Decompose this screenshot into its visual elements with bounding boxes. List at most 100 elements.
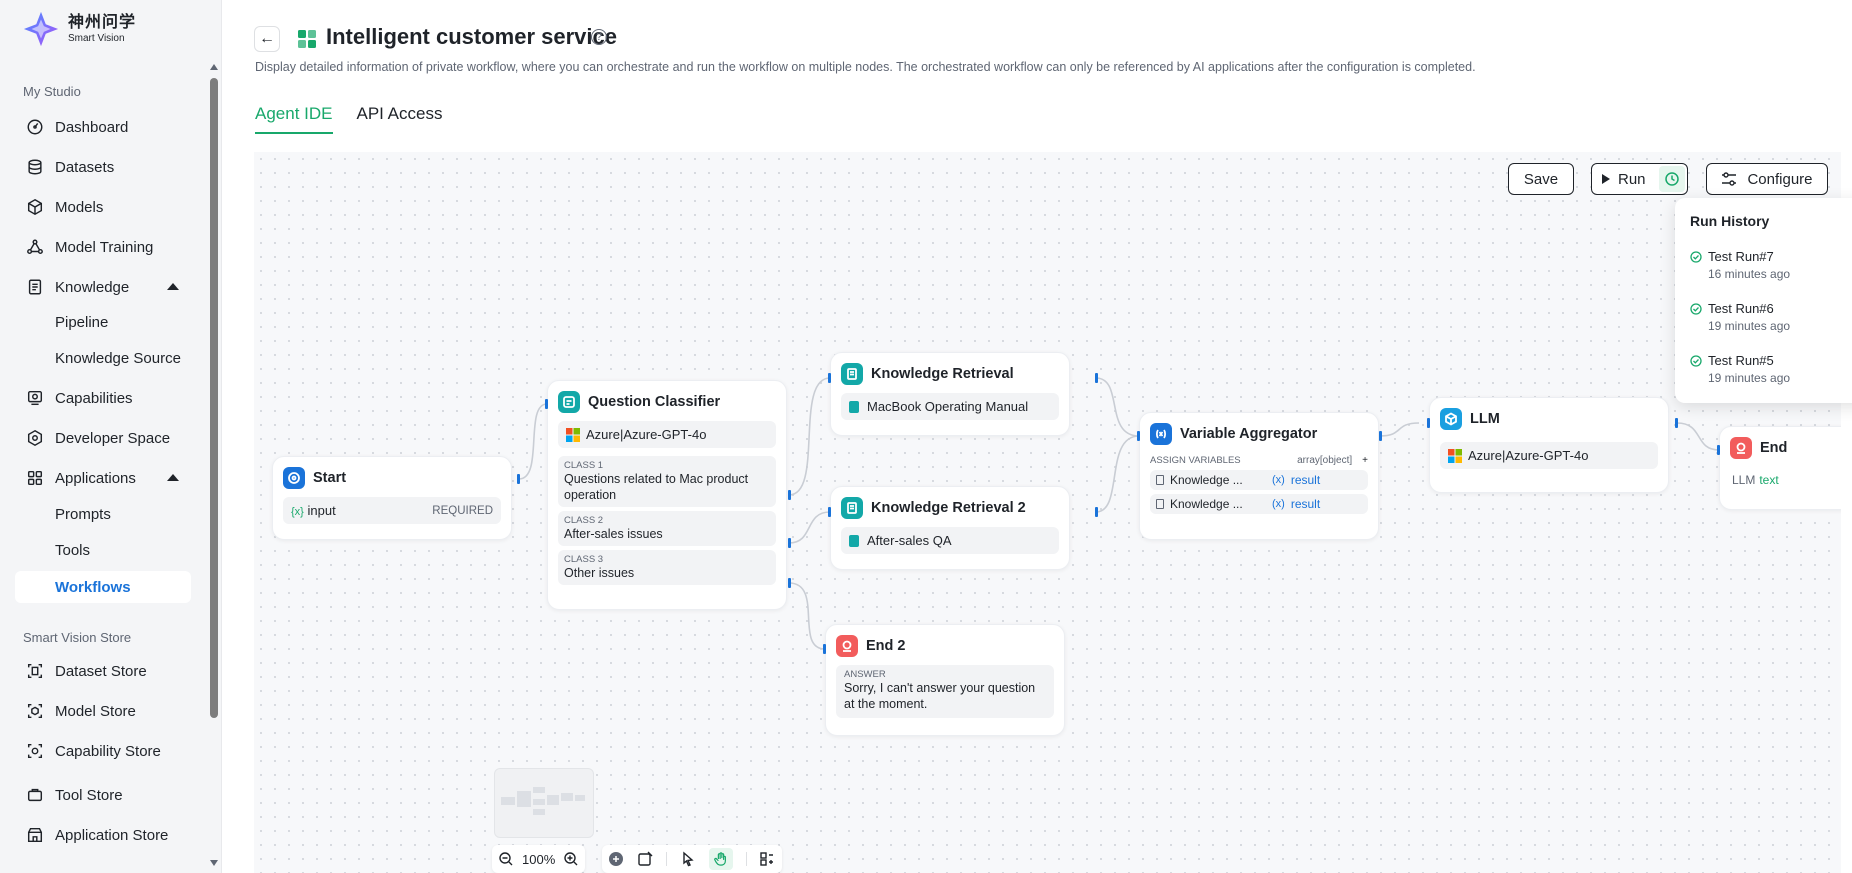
classifier-model: Azure|Azure-GPT-4o xyxy=(586,427,707,442)
end2-in-handle[interactable] xyxy=(823,644,826,654)
scroll-down-icon[interactable] xyxy=(210,860,218,866)
aggregator-row[interactable]: Knowledge ... (x) result xyxy=(1150,470,1368,490)
node-llm[interactable]: LLM Azure|Azure-GPT-4o xyxy=(1429,397,1669,493)
run-label: Run xyxy=(1618,170,1646,188)
canvas-tools xyxy=(602,845,782,873)
grid-icon xyxy=(25,468,45,488)
run-time: 19 minutes ago xyxy=(1708,319,1791,333)
add-variable-button[interactable]: + xyxy=(1362,455,1368,466)
aggregator-out-handle[interactable] xyxy=(1379,431,1382,441)
pointer-icon[interactable] xyxy=(680,851,696,867)
tab-api-access[interactable]: API Access xyxy=(357,104,443,134)
sidebar-item-models[interactable]: Models xyxy=(15,191,191,223)
sidebar-item-application-store[interactable]: Application Store xyxy=(15,819,191,851)
azure-logo-icon xyxy=(566,427,580,442)
start-out-handle[interactable] xyxy=(517,474,520,484)
aggregator-row[interactable]: Knowledge ... (x) result xyxy=(1150,494,1368,514)
brand-logo[interactable]: 神州问学 Smart Vision xyxy=(22,10,136,48)
edge-kr1-aggregator xyxy=(1095,377,1140,437)
scroll-up-icon[interactable] xyxy=(210,64,218,70)
sidebar-item-applications[interactable]: Applications xyxy=(15,462,191,494)
node-start[interactable]: Start {x} input REQUIRED xyxy=(272,456,512,540)
divider xyxy=(666,852,668,866)
sidebar-item-knowledge-source[interactable]: Knowledge Source xyxy=(15,342,191,374)
sidebar-item-label: Applications xyxy=(55,469,136,487)
tool-store-icon xyxy=(25,785,45,805)
node-knowledge-retrieval-2[interactable]: Knowledge Retrieval 2 After-sales QA xyxy=(830,486,1070,570)
model-store-icon xyxy=(25,701,45,721)
classifier-in-handle[interactable] xyxy=(545,399,548,409)
sidebar-item-model-store[interactable]: Model Store xyxy=(15,695,191,727)
sidebar-item-prompts[interactable]: Prompts xyxy=(15,498,191,530)
configure-button[interactable]: Configure xyxy=(1706,163,1828,195)
llm-out-handle[interactable] xyxy=(1675,418,1678,428)
sidebar-item-tool-store[interactable]: Tool Store xyxy=(15,779,191,811)
sidebar-item-pipeline[interactable]: Pipeline xyxy=(15,306,191,338)
node-question-classifier[interactable]: Question Classifier Azure|Azure-GPT-4o C… xyxy=(547,380,787,610)
classifier-icon xyxy=(558,391,580,413)
node-end[interactable]: End LLM text xyxy=(1719,426,1841,510)
sidebar-item-dataset-store[interactable]: Dataset Store xyxy=(15,655,191,687)
sidebar-item-tools[interactable]: Tools xyxy=(15,534,191,566)
knowledge-icon xyxy=(841,363,863,385)
sidebar-item-label: Model Training xyxy=(55,238,154,256)
sidebar-item-workflows[interactable]: Workflows xyxy=(15,571,191,603)
hand-tool[interactable] xyxy=(708,848,733,870)
knowledge-icon xyxy=(1156,499,1164,509)
sidebar-item-label: Datasets xyxy=(55,158,115,176)
zoom-in-icon[interactable] xyxy=(563,851,579,867)
section-my-studio: My Studio xyxy=(23,84,81,99)
aggregator-in-handle[interactable] xyxy=(1137,431,1140,441)
auto-layout-icon[interactable] xyxy=(759,851,775,867)
sidebar-item-capability-store[interactable]: Capability Store xyxy=(15,735,191,767)
class-1[interactable]: CLASS 1 Questions related to Mac product… xyxy=(558,456,776,507)
sidebar-item-label: Capabilities xyxy=(55,389,133,407)
class1-out-handle[interactable] xyxy=(788,490,791,500)
run-history-icon[interactable] xyxy=(1659,166,1685,192)
run-button[interactable]: Run xyxy=(1591,163,1688,195)
knowledge-icon xyxy=(841,497,863,519)
node-end-2[interactable]: End 2 ANSWER Sorry, I can't answer your … xyxy=(825,624,1065,736)
llm-in-handle[interactable] xyxy=(1427,418,1430,428)
class3-out-handle[interactable] xyxy=(788,578,791,588)
tab-agent-ide[interactable]: Agent IDE xyxy=(255,104,333,134)
class-3[interactable]: CLASS 3 Other issues xyxy=(558,550,776,585)
sidebar-item-dashboard[interactable]: Dashboard xyxy=(15,111,191,143)
kr1-in-handle[interactable] xyxy=(828,373,831,383)
section-store: Smart Vision Store xyxy=(23,630,132,645)
sidebar-item-datasets[interactable]: Datasets xyxy=(15,151,191,183)
add-note-icon[interactable] xyxy=(637,851,653,867)
class-2[interactable]: CLASS 2 After-sales issues xyxy=(558,511,776,546)
logo-icon xyxy=(23,11,59,47)
kr1-out-handle[interactable] xyxy=(1095,373,1098,383)
sidebar-scrollbar[interactable] xyxy=(208,56,220,866)
back-arrow-icon: ← xyxy=(259,30,275,47)
edge-llm-end xyxy=(1676,422,1720,451)
capability-store-icon xyxy=(25,741,45,761)
sidebar-item-developer-space[interactable]: Developer Space xyxy=(15,422,191,454)
workflow-canvas[interactable]: Save Run Configure Start {x} input REQUI… xyxy=(254,152,1841,873)
node-knowledge-retrieval[interactable]: Knowledge Retrieval MacBook Operating Ma… xyxy=(830,352,1070,436)
run-history-popup: Run History × Test Run#7 16 minutes ago … xyxy=(1675,198,1852,403)
class-text: Other issues xyxy=(564,566,635,580)
end-in-handle[interactable] xyxy=(1717,445,1720,455)
kr2-out-handle[interactable] xyxy=(1095,507,1098,517)
back-button[interactable]: ← xyxy=(254,26,280,52)
add-node-icon[interactable] xyxy=(608,851,624,867)
collapse-caret-icon[interactable] xyxy=(167,283,179,290)
zoom-level[interactable]: 100% xyxy=(522,852,555,867)
sidebar-item-model-training[interactable]: Model Training xyxy=(15,231,191,263)
dashboard-icon xyxy=(25,117,45,137)
sidebar-item-label: Knowledge Source xyxy=(55,349,181,367)
sidebar-item-capabilities[interactable]: Capabilities xyxy=(15,382,191,414)
node-variable-aggregator[interactable]: Variable Aggregator ASSIGN VARIABLES arr… xyxy=(1139,412,1379,540)
save-button[interactable]: Save xyxy=(1508,163,1574,195)
zoom-out-icon[interactable] xyxy=(498,851,514,867)
canvas-minimap[interactable] xyxy=(494,768,594,838)
class2-out-handle[interactable] xyxy=(788,538,791,548)
scroll-thumb[interactable] xyxy=(210,78,218,718)
collapse-caret-icon[interactable] xyxy=(167,474,179,481)
kr2-in-handle[interactable] xyxy=(828,507,831,517)
sidebar-item-knowledge[interactable]: Knowledge xyxy=(15,271,191,303)
help-icon[interactable]: ? xyxy=(591,29,607,45)
